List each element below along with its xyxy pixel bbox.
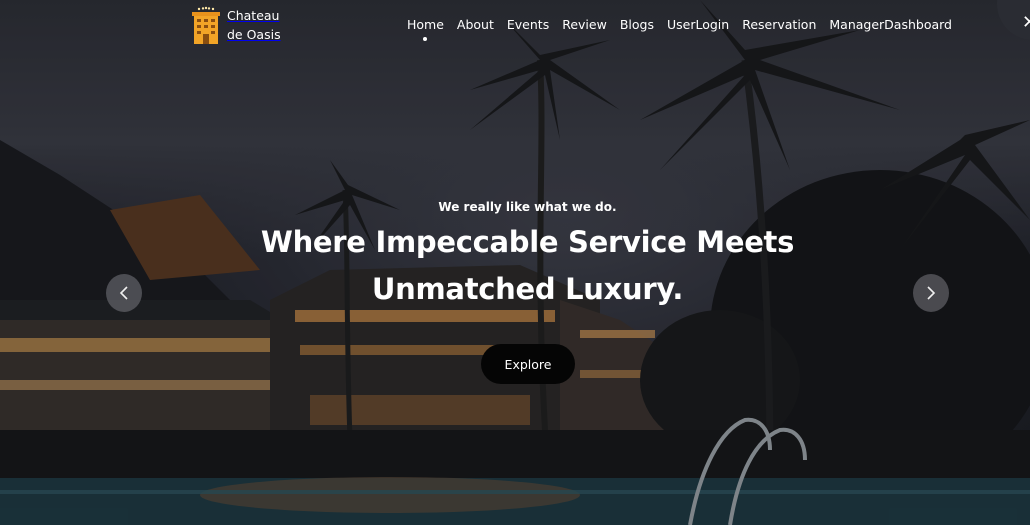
hero-headline: Where Impeccable Service Meets Unmatched… xyxy=(0,219,1030,313)
nav-manager-dashboard[interactable]: ManagerDashboard xyxy=(829,17,952,32)
explore-button[interactable]: Explore xyxy=(481,344,575,384)
brand-name: Chateau de Oasis xyxy=(227,6,281,44)
brand-logo-link[interactable]: Chateau de Oasis xyxy=(190,6,281,44)
carousel-prev-button[interactable] xyxy=(106,274,142,312)
nav-user-login[interactable]: UserLogin xyxy=(667,17,729,32)
nav-review[interactable]: Review xyxy=(562,17,607,32)
hotel-building-icon xyxy=(192,6,220,44)
hero-tagline: We really like what we do. xyxy=(438,200,617,214)
nav-reservation[interactable]: Reservation xyxy=(742,17,816,32)
nav-home[interactable]: Home xyxy=(407,17,444,41)
nav-blogs[interactable]: Blogs xyxy=(620,17,654,32)
chevron-right-icon xyxy=(927,286,936,300)
hero-headline-line1: Where Impeccable Service Meets xyxy=(260,225,795,259)
nav-about[interactable]: About xyxy=(457,17,494,32)
brand-name-line2: de Oasis xyxy=(227,27,281,42)
nav-events[interactable]: Events xyxy=(507,17,549,32)
brand-name-line1: Chateau xyxy=(227,8,280,23)
close-icon[interactable]: ✕ xyxy=(1022,12,1030,33)
hero-headline-line2: Unmatched Luxury. xyxy=(371,272,684,306)
main-navigation: Home About Events Review Blogs UserLogin… xyxy=(407,17,965,41)
chevron-left-icon xyxy=(119,286,128,300)
carousel-next-button[interactable] xyxy=(913,274,949,312)
